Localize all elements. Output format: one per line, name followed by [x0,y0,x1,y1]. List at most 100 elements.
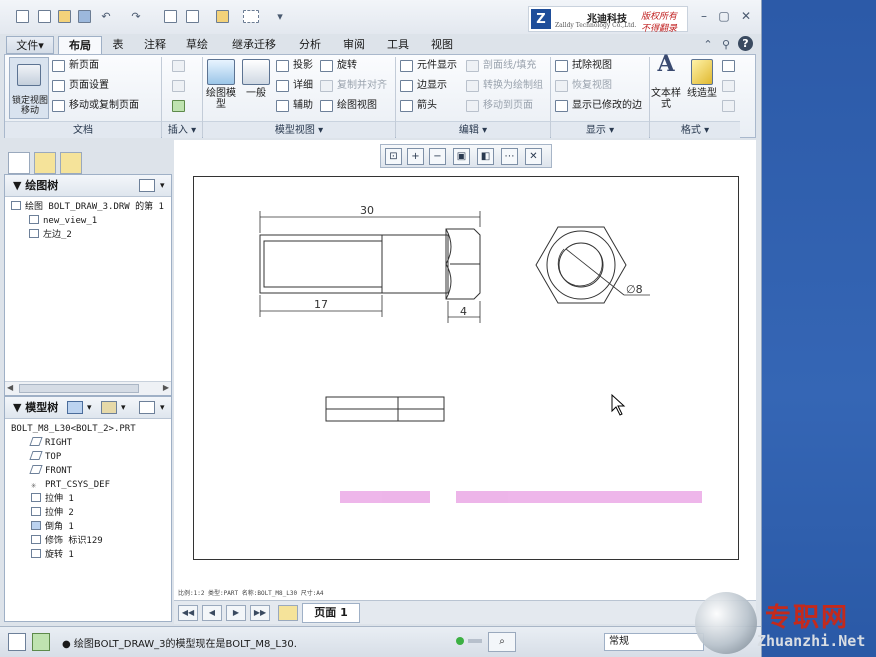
section-fill-button[interactable]: 剖面线/填充 [465,57,536,75]
tree-item[interactable]: 旋转 1 [31,549,74,562]
revolve-view-button[interactable]: 旋转 [319,57,357,75]
window-icon[interactable] [184,8,200,24]
tab-file[interactable]: 文件▾ [6,36,54,54]
tree-item[interactable]: 倒角 1 [31,521,74,534]
display-style-icon[interactable]: ◧ [477,148,494,165]
tree-item[interactable]: FRONT [29,465,72,478]
dim-thread-text[interactable]: 17 [314,298,328,311]
help-icon[interactable]: ? [738,36,753,51]
add-page-icon[interactable] [278,605,298,621]
dim-diameter-text[interactable]: ∅8 [626,283,643,296]
scroll-right-icon[interactable]: ▶ [163,383,169,392]
tab-view[interactable]: 视图 [422,36,462,54]
datum-display-icon[interactable]: ⋯ [501,148,518,165]
tools-dropdown-icon[interactable]: ▾ [121,397,126,419]
binoculars-icon[interactable]: ⌕ [488,632,516,652]
scroll-thumb[interactable] [19,384,139,393]
tab-sketch[interactable]: 草绘 [178,36,216,54]
group-edit[interactable]: 编辑 ▾ [396,121,550,138]
collapse-ribbon-icon[interactable]: ⌃ [700,36,716,52]
tree-item[interactable]: 拉伸 1 [31,493,74,506]
model-tree-header[interactable]: ▼ 模型树 ▾ ▾ ▾ [5,397,171,419]
edge-display-button[interactable]: 边显示 [399,77,447,95]
insert-image-icon[interactable] [171,97,189,115]
page-tab[interactable]: 页面 1 [302,603,360,623]
dim-length-text[interactable]: 30 [360,204,374,217]
close-button[interactable]: ✕ [738,8,754,24]
line-style-button[interactable]: 线造型 [687,59,717,99]
first-page-button[interactable]: ◀◀ [178,605,198,621]
browser-toggle-icon[interactable] [32,633,50,651]
drawing-tree-header[interactable]: ▼ 绘图树 ▾ [5,175,171,197]
tree-item[interactable]: 拉伸 2 [31,507,74,520]
detail-view-button[interactable]: 详细 [275,77,313,95]
tree-item[interactable]: RIGHT [29,437,72,450]
model-tree-tab-icon[interactable] [8,152,30,174]
tab-review[interactable]: 审阅 [334,36,374,54]
new-file-icon[interactable] [36,8,52,24]
next-page-button[interactable]: ▶ [226,605,246,621]
move-copy-page-button[interactable]: 移动或复制页面 [51,97,139,115]
model-tree-root[interactable]: BOLT_M8_L30<BOLT_2>.PRT [11,423,136,436]
arrow-button[interactable]: 箭头 [399,97,437,115]
format-slash-icon[interactable] [721,77,739,95]
tab-table[interactable]: 表 [104,36,132,54]
tab-annotate[interactable]: 注释 [136,36,174,54]
open-folder-icon[interactable] [56,8,72,24]
format-hatch-icon[interactable] [721,57,739,75]
zoom-in-icon[interactable]: + [407,148,424,165]
format-stamp-icon[interactable] [721,97,739,115]
collapse-arrow-icon[interactable]: ▼ [13,401,25,414]
group-format[interactable]: 格式 ▾ [650,121,740,138]
restore-button[interactable]: ▢ [716,8,732,24]
copy-align-button[interactable]: 复制并对齐 [319,77,387,95]
tree-settings-dropdown-icon[interactable]: ▾ [160,175,165,197]
annotation-display-icon[interactable]: ✕ [525,148,542,165]
select-box-dropdown[interactable] [236,8,266,24]
erase-view-button[interactable]: 拭除视图 [554,57,612,75]
repaint-icon[interactable]: ▣ [453,148,470,165]
zoom-out-icon[interactable]: − [429,148,446,165]
tab-analysis[interactable]: 分析 [290,36,330,54]
convert-group-button[interactable]: 转换为绘制组 [465,77,543,95]
refit-icon[interactable]: ⊡ [385,148,402,165]
page-setup-button[interactable]: 页面设置 [51,77,109,95]
move-to-page-button[interactable]: 移动到页面 [465,97,533,115]
navigator-toggle-icon[interactable] [8,633,26,651]
save-icon[interactable] [76,8,92,24]
drawing-tree-scrollbar[interactable]: ◀ ▶ [5,381,171,395]
view-manager-icon[interactable] [67,401,83,414]
group-insert[interactable]: 插入 ▾ [162,121,202,138]
tree-item[interactable]: TOP [29,451,61,464]
lock-view-button[interactable]: 锁定视图移动 [9,57,49,119]
graphics-area[interactable]: ⊡ + − ▣ ◧ ⋯ ✕ 30 17 4 ∅8 比例:1:2 类型:PART … [174,140,756,600]
folder-icon[interactable] [214,8,230,24]
tree-settings-dropdown-icon[interactable]: ▾ [160,397,165,419]
new-page-button[interactable]: 新页面 [51,57,99,75]
tree-settings-icon[interactable] [139,401,155,414]
app-menu-icon[interactable] [14,8,30,24]
projection-view-button[interactable]: 投影 [275,57,313,75]
show-modified-edges-button[interactable]: 显示已修改的边 [554,97,642,115]
prev-page-button[interactable]: ◀ [202,605,222,621]
selection-filter-select[interactable]: 常规 [604,633,704,651]
scroll-left-icon[interactable]: ◀ [7,383,13,392]
dim-head-text[interactable]: 4 [460,305,467,318]
group-model-views[interactable]: 模型视图 ▾ [203,121,395,138]
customize-chevron-icon[interactable]: ▾ [272,8,288,24]
collapse-arrow-icon[interactable]: ▼ [13,179,25,192]
redo-icon[interactable]: ↷ [128,8,144,24]
group-display[interactable]: 显示 ▾ [551,121,649,138]
tree-item[interactable]: 修饰 标识129 [31,535,103,548]
tree-item[interactable]: ✳ PRT_CSYS_DEF [31,479,110,492]
last-page-button[interactable]: ▶▶ [250,605,270,621]
insert-pen-icon[interactable] [171,77,189,95]
drawing-sheet[interactable]: 30 17 4 ∅8 [193,176,739,560]
element-display-button[interactable]: 元件显示 [399,57,457,75]
search-icon[interactable]: ⚲ [718,36,734,52]
drawing-view-button[interactable]: 绘图视图 [319,97,377,115]
text-style-button[interactable]: A 文本样式 [651,53,681,110]
tools-icon[interactable] [101,401,117,414]
tree-item[interactable]: 绘图 BOLT_DRAW_3.DRW 的第 1 [11,201,164,214]
minimize-button[interactable]: – [696,8,712,24]
